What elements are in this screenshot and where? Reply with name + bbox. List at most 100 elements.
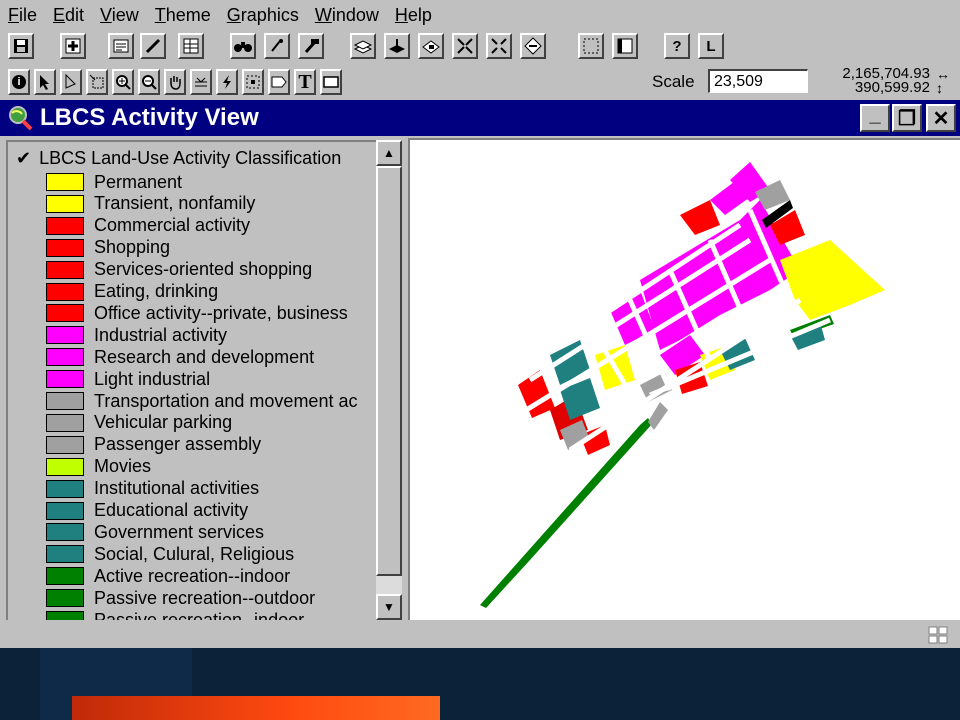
pointer-tool[interactable]	[34, 69, 56, 95]
window-grip-icon[interactable]	[928, 626, 948, 644]
restore-button[interactable]: ❐	[892, 104, 922, 132]
minimize-button[interactable]: _	[860, 104, 890, 132]
menu-view[interactable]: View	[100, 5, 139, 26]
legend-item[interactable]: Shopping	[46, 237, 170, 258]
edit-legend-button[interactable]	[140, 33, 166, 59]
scroll-up-button[interactable]: ▲	[376, 140, 402, 166]
legend-item[interactable]: Vehicular parking	[46, 412, 232, 433]
zoom-out-button[interactable]	[486, 33, 512, 59]
save-button[interactable]	[8, 33, 34, 59]
legend-item[interactable]: Movies	[46, 456, 151, 477]
menu-theme[interactable]: Theme	[155, 5, 211, 26]
menu-window[interactable]: Window	[315, 5, 379, 26]
legend-item[interactable]: Services-oriented shopping	[46, 259, 312, 280]
find-button[interactable]	[230, 33, 256, 59]
view-title-bar[interactable]: LBCS Activity View _ ❐ ✕	[0, 100, 960, 136]
open-table-button[interactable]	[178, 33, 204, 59]
menu-edit[interactable]: Edit	[53, 5, 84, 26]
menu-help[interactable]: Help	[395, 5, 432, 26]
menu-label-rest: raphics	[240, 4, 299, 25]
commercial-north	[680, 200, 720, 235]
vertex-edit-tool[interactable]	[60, 69, 82, 95]
pan-tool[interactable]	[164, 69, 186, 95]
locate-icon	[271, 39, 283, 52]
view-title: LBCS Activity View	[40, 104, 259, 131]
scale-label: Scale	[652, 72, 695, 91]
help-label: ?	[672, 37, 682, 55]
legend-label: Social, Culural, Religious	[94, 543, 295, 564]
query-builder-button[interactable]	[298, 33, 324, 59]
legend-item[interactable]: Social, Culural, Religious	[46, 544, 294, 564]
zoom-to-full-extent-button[interactable]	[350, 33, 376, 59]
legend-swatch	[46, 194, 84, 213]
legend-label: Transportation and movement ac	[94, 390, 358, 411]
legend-item[interactable]: Industrial activity	[46, 325, 227, 345]
theme-legend-panel: ✔ LBCS Land-Use Activity Classification P…	[6, 140, 376, 620]
theme-header[interactable]: ✔ LBCS Land-Use Activity Classification	[16, 148, 341, 169]
zoom-previous-button[interactable]	[520, 33, 546, 59]
legend-item[interactable]: Permanent	[46, 172, 182, 192]
theme-visible-checkbox[interactable]: ✔	[16, 148, 31, 168]
theme-name: LBCS Land-Use Activity Classification	[39, 148, 342, 168]
legend-label: Institutional activities	[94, 478, 260, 499]
legend-item[interactable]: Office activity--private, business	[46, 303, 348, 323]
zoom-in-tool[interactable]	[112, 69, 134, 95]
scroll-thumb[interactable]	[376, 166, 402, 576]
measure-tool[interactable]	[190, 69, 212, 95]
select-all-button[interactable]	[578, 33, 604, 59]
area-select-tool[interactable]	[242, 69, 264, 95]
identify-tool[interactable]: i	[8, 69, 30, 95]
l-button[interactable]: L	[698, 33, 724, 59]
menu-accelerator: T	[154, 4, 166, 25]
zoom-out-tool[interactable]	[138, 69, 160, 95]
legend-item[interactable]: Educational activity	[46, 500, 248, 521]
legend-item[interactable]: Transportation and movement ac	[46, 391, 357, 411]
magnifier-minus-icon	[142, 75, 157, 90]
layers-down-icon	[389, 39, 405, 53]
table-icon	[183, 38, 199, 54]
legend-item[interactable]: Institutional activities	[46, 478, 260, 499]
legend-item[interactable]: Passive recreation--indoor	[46, 610, 304, 620]
help-button[interactable]: ?	[664, 33, 690, 59]
label-icon	[271, 76, 287, 88]
legend-item[interactable]: Government services	[46, 522, 264, 542]
draw-tool[interactable]	[320, 69, 342, 95]
map-canvas[interactable]	[408, 138, 960, 620]
zoom-in-button[interactable]	[452, 33, 478, 59]
scale-input[interactable]	[708, 69, 808, 93]
legend-item[interactable]: Active recreation--indoor	[46, 566, 290, 586]
land-use-map[interactable]	[410, 140, 958, 618]
legend-item[interactable]: Commercial activity	[46, 215, 250, 236]
clear-selection-button[interactable]	[612, 33, 638, 59]
legend-item[interactable]: Passenger assembly	[46, 434, 261, 455]
ruler-icon	[195, 77, 207, 87]
close-button[interactable]: ✕	[926, 104, 956, 132]
locate-address-button[interactable]	[264, 33, 290, 59]
theme-properties-button[interactable]	[108, 33, 134, 59]
zoom-to-selected-button[interactable]	[418, 33, 444, 59]
hotlink-tool[interactable]	[216, 69, 238, 95]
menu-accelerator: E	[53, 4, 66, 25]
text-tool[interactable]: T	[294, 69, 316, 95]
menu-file[interactable]: File	[8, 5, 37, 26]
scroll-down-button[interactable]: ▼	[376, 594, 402, 620]
legend-label: Eating, drinking	[94, 281, 219, 301]
legend-item[interactable]: Light industrial	[46, 369, 210, 389]
legend-swatch	[46, 479, 84, 498]
legend-item[interactable]: Transient, nonfamily	[46, 193, 255, 214]
text-t-icon: T	[298, 70, 312, 93]
legend-item[interactable]: Passive recreation--outdoor	[46, 588, 315, 608]
legend-scrollbar[interactable]: ▲ ▼	[376, 140, 402, 620]
menu-graphics[interactable]: Graphics	[227, 5, 299, 26]
select-feature-tool[interactable]	[86, 69, 108, 95]
legend-swatch	[46, 392, 84, 410]
slide-decoration-bar	[72, 696, 440, 720]
legend-swatch	[46, 413, 84, 432]
legend-item[interactable]: Research and development	[46, 347, 314, 367]
add-theme-button[interactable]	[60, 33, 86, 59]
label-tool[interactable]	[268, 69, 290, 95]
legend-swatch	[46, 457, 84, 476]
zoom-to-themes-button[interactable]	[384, 33, 410, 59]
legend-item[interactable]: Eating, drinking	[46, 281, 219, 302]
menu-label-rest: iew	[111, 4, 139, 25]
